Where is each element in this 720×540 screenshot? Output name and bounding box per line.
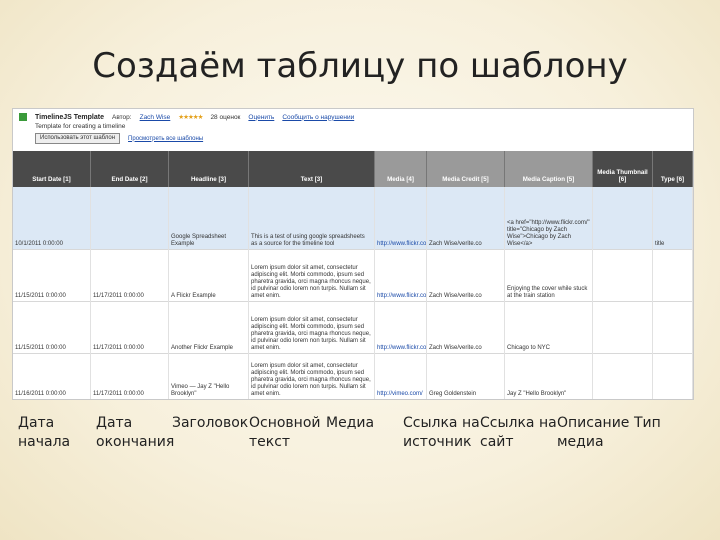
- rating-stars: ★★★★★: [178, 114, 203, 121]
- caption-headline: Заголовок: [172, 415, 249, 431]
- cell-media-credit[interactable]: Greg Goldenstein: [427, 353, 505, 399]
- table-row[interactable]: 11/16/2011 0:00:00 11/17/2011 0:00:00 Vi…: [13, 353, 693, 399]
- slide-title: Создаём таблицу по шаблону: [92, 46, 628, 86]
- cell-media-caption[interactable]: Enjoying the cover while stuck at the tr…: [505, 249, 593, 301]
- caption-end-date: Дата окончания: [96, 415, 175, 450]
- cell-type[interactable]: [653, 301, 693, 353]
- cell-type[interactable]: [653, 353, 693, 399]
- author-label: Автор:: [112, 113, 132, 121]
- template-description: Template for creating a timeline: [35, 123, 126, 130]
- cell-media-credit[interactable]: Zach Wise/verite.co: [427, 249, 505, 301]
- column-header[interactable]: End Date [2]: [91, 151, 169, 187]
- cell-text[interactable]: Lorem ipsum dolor sit amet, consectetur …: [249, 301, 375, 353]
- template-meta-bar: TimelineJS Template Автор: Zach Wise ★★★…: [19, 112, 354, 122]
- cell-end-date[interactable]: 11/17/2011 0:00:00: [91, 353, 169, 399]
- cell-headline[interactable]: Vimeo — Jay Z "Hello Brooklyn": [169, 353, 249, 399]
- cell-end-date[interactable]: 11/17/2011 0:00:00: [91, 301, 169, 353]
- caption-start-date: Дата начала: [18, 415, 71, 450]
- all-templates-link[interactable]: Просмотреть все шаблоны: [128, 136, 203, 142]
- cell-media-caption[interactable]: Chicago to NYC: [505, 301, 593, 353]
- table-row[interactable]: 10/1/2011 0:00:00 Google Spreadsheet Exa…: [13, 187, 693, 250]
- rating-count: 28 оценок: [210, 113, 241, 121]
- cell-media[interactable]: http://www.flickr.com: [375, 249, 427, 301]
- column-header[interactable]: Media Thumbnail [6]: [593, 151, 653, 187]
- template-name: TimelineJS Template: [35, 113, 104, 121]
- column-header-row: Start Date [1] End Date [2] Headline [3]…: [13, 151, 693, 187]
- caption-media-credit: Ссылка на источник: [403, 415, 480, 450]
- report-link[interactable]: Сообщить о нарушении: [282, 114, 354, 121]
- cell-media-caption[interactable]: Jay Z "Hello Brooklyn": [505, 353, 593, 399]
- column-header[interactable]: Type [6]: [653, 151, 693, 187]
- cell-end-date[interactable]: [91, 187, 169, 249]
- use-template-button[interactable]: Использовать этот шаблон: [35, 133, 121, 144]
- cell-text[interactable]: This is a test of using google spreadshe…: [249, 187, 375, 249]
- cell-headline[interactable]: A Flickr Example: [169, 249, 249, 301]
- spreadsheet-icon: [19, 113, 27, 121]
- column-header[interactable]: Headline [3]: [169, 151, 249, 187]
- cell-media-thumbnail[interactable]: [593, 249, 653, 301]
- cell-media-credit[interactable]: Zach Wise/verite.co: [427, 187, 505, 249]
- table-row[interactable]: 11/15/2011 0:00:00 11/17/2011 0:00:00 An…: [13, 301, 693, 354]
- column-header[interactable]: Text [3]: [249, 151, 375, 187]
- cell-end-date[interactable]: 11/17/2011 0:00:00: [91, 249, 169, 301]
- spreadsheet-screenshot: TimelineJS Template Автор: Zach Wise ★★★…: [12, 108, 694, 400]
- caption-media-caption: Описание медиа: [557, 415, 630, 450]
- cell-media-caption[interactable]: <a href="http://www.flickr.com/" title="…: [505, 187, 593, 249]
- cell-media-thumbnail[interactable]: [593, 187, 653, 249]
- cell-media[interactable]: http://vimeo.com/: [375, 353, 427, 399]
- caption-media: Медиа: [326, 415, 375, 431]
- column-captions: Дата начала Дата окончания Заголовок Осн…: [0, 414, 720, 464]
- column-header[interactable]: Media Credit [5]: [427, 151, 505, 187]
- cell-type[interactable]: [653, 249, 693, 301]
- cell-media[interactable]: http://www.flickr.com: [375, 187, 427, 249]
- caption-media-link: Ссылка на сайт: [480, 415, 557, 450]
- column-header[interactable]: Media Caption [5]: [505, 151, 593, 187]
- column-header[interactable]: Media [4]: [375, 151, 427, 187]
- column-header[interactable]: Start Date [1]: [13, 151, 91, 187]
- caption-text: Основной текст: [249, 415, 321, 450]
- cell-text[interactable]: Lorem ipsum dolor sit amet, consectetur …: [249, 353, 375, 399]
- caption-type: Тип: [634, 415, 661, 431]
- cell-text[interactable]: Lorem ipsum dolor sit amet, consectetur …: [249, 249, 375, 301]
- cell-type[interactable]: title: [653, 187, 693, 249]
- cell-media-thumbnail[interactable]: [593, 353, 653, 399]
- cell-media[interactable]: http://www.flickr.com: [375, 301, 427, 353]
- cell-start-date[interactable]: 10/1/2011 0:00:00: [13, 187, 91, 249]
- rate-link[interactable]: Оценить: [248, 114, 274, 121]
- cell-start-date[interactable]: 11/16/2011 0:00:00: [13, 353, 91, 399]
- table-body: 10/1/2011 0:00:00 Google Spreadsheet Exa…: [13, 187, 693, 399]
- cell-start-date[interactable]: 11/15/2011 0:00:00: [13, 301, 91, 353]
- slide: Создаём таблицу по шаблону TimelineJS Te…: [0, 0, 720, 540]
- template-actions: Использовать этот шаблон Просмотреть все…: [35, 133, 203, 144]
- cell-media-credit[interactable]: Zach Wise/verite.co: [427, 301, 505, 353]
- cell-media-thumbnail[interactable]: [593, 301, 653, 353]
- table-row[interactable]: 11/15/2011 0:00:00 11/17/2011 0:00:00 A …: [13, 249, 693, 302]
- cell-headline[interactable]: Another Flickr Example: [169, 301, 249, 353]
- cell-headline[interactable]: Google Spreadsheet Example: [169, 187, 249, 249]
- cell-start-date[interactable]: 11/15/2011 0:00:00: [13, 249, 91, 301]
- author-link[interactable]: Zach Wise: [140, 114, 171, 121]
